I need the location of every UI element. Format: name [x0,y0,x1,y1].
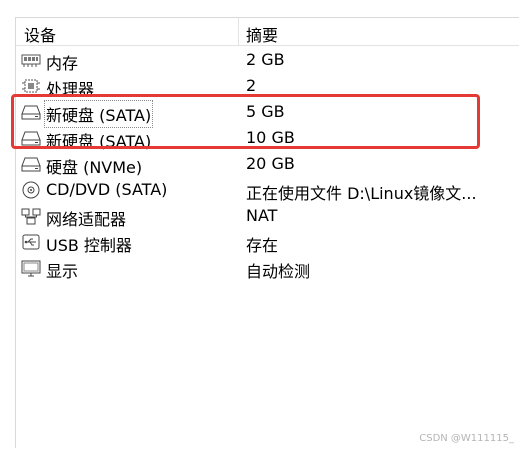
device-row-nvme-disk[interactable]: 硬盘 (NVMe) 20 GB [16,151,519,177]
cd-dvd-icon [20,180,42,200]
device-name: USB 控制器 [46,236,132,255]
display-icon [20,258,42,278]
device-summary: 20 GB [246,154,295,173]
device-row-display[interactable]: 显示 自动检测 [16,255,519,281]
device-list: 设备 摘要 内存 2 GB 处理器 2 新硬盘 (SATA) 5 GB 新硬盘 … [15,17,519,448]
network-adapter-icon [20,206,42,226]
device-summary: 2 [246,76,257,95]
device-row-network-adapter[interactable]: 网络适配器 NAT [16,203,519,229]
device-name: 硬盘 (NVMe) [46,158,143,177]
device-row-usb-controller[interactable]: USB 控制器 存在 [16,229,519,255]
cpu-icon [20,76,42,96]
device-summary: 2 GB [246,50,285,69]
device-name: 网络适配器 [46,210,127,229]
watermark: CSDN @W111115_ [419,433,514,444]
device-summary: NAT [246,206,278,225]
device-summary: 存在 [246,236,279,255]
device-name: 显示 [46,262,79,281]
device-summary: 自动检测 [246,262,311,281]
summary-column-header[interactable]: 摘要 [246,22,278,46]
device-row-cd-dvd[interactable]: CD/DVD (SATA) 正在使用文件 D:\Linux镜像文... [16,177,519,203]
list-header: 设备 摘要 [16,18,519,46]
column-divider[interactable] [238,18,239,45]
device-row-memory[interactable]: 内存 2 GB [16,47,519,73]
device-summary: 正在使用文件 D:\Linux镜像文... [246,184,477,203]
device-name: 内存 [46,54,79,73]
device-name: CD/DVD (SATA) [46,180,168,199]
usb-icon [20,232,42,252]
hard-disk-icon [20,154,42,174]
memory-icon [20,50,42,70]
device-column-header[interactable]: 设备 [24,22,56,46]
highlight-annotation-box [11,94,480,149]
